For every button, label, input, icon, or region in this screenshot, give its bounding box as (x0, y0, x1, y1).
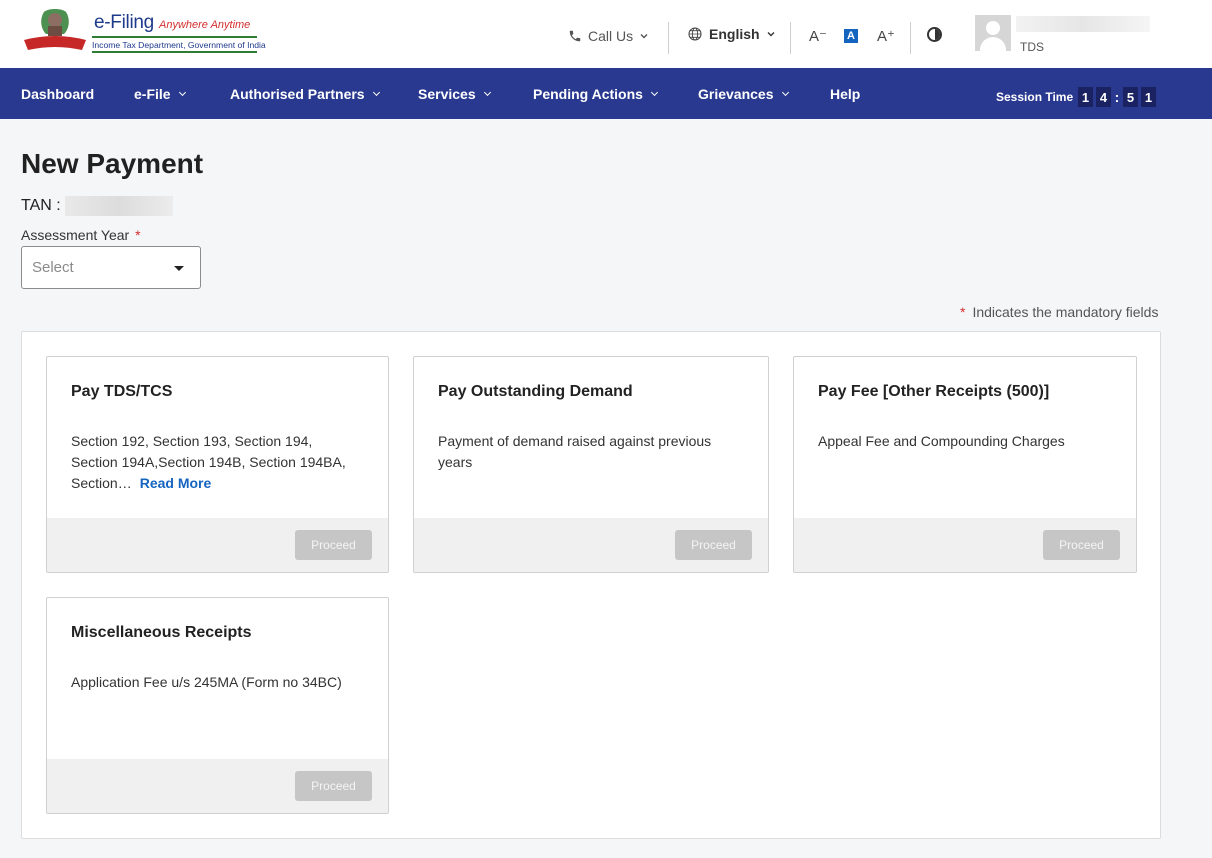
nav-services[interactable]: Services (418, 86, 491, 102)
contrast-toggle-icon[interactable] (927, 27, 942, 42)
timer-digit: 5 (1123, 87, 1138, 107)
nav-pending-actions[interactable]: Pending Actions (533, 86, 658, 102)
card-title: Pay Fee [Other Receipts (500)] (818, 383, 1050, 400)
call-us-dropdown[interactable]: Call Us (568, 28, 649, 44)
chevron-down-icon (650, 88, 658, 97)
nav-authorised-partners-label: Authorised Partners (230, 86, 365, 102)
assessment-year-select[interactable]: Select (21, 246, 201, 289)
brand-department: Income Tax Department, Government of Ind… (92, 40, 266, 50)
payment-options-panel: Pay TDS/TCS Section 192, Section 193, Se… (21, 331, 1161, 839)
mandatory-note-text: Indicates the mandatory fields (972, 304, 1159, 320)
nav-services-label: Services (418, 86, 476, 102)
font-increase-button[interactable]: A⁺ (876, 26, 896, 46)
caret-down-icon (174, 266, 184, 271)
required-marker: * (135, 227, 141, 243)
font-default-button[interactable]: A (844, 29, 858, 43)
nav-dashboard[interactable]: Dashboard (21, 86, 94, 102)
proceed-button[interactable]: Proceed (675, 530, 752, 560)
card-footer: Proceed (47, 518, 388, 572)
main-navigation: Dashboard e-File Authorised Partners Ser… (0, 68, 1212, 119)
top-header: e-Filing Anywhere Anytime Income Tax Dep… (0, 0, 1212, 68)
session-timer: 1 4 : 5 1 (1078, 87, 1156, 107)
session-time-label: Session Time (996, 90, 1074, 104)
nav-grievances-label: Grievances (698, 86, 774, 102)
globe-icon (688, 27, 702, 41)
mandatory-note: * Indicates the mandatory fields (960, 304, 1158, 320)
user-name-redacted (1016, 16, 1150, 32)
chevron-down-icon (640, 34, 648, 39)
timer-digit: 1 (1141, 87, 1156, 107)
brand-divider-bottom (92, 51, 257, 53)
language-dropdown[interactable]: English (687, 26, 776, 42)
avatar[interactable] (975, 15, 1011, 51)
chevron-down-icon (372, 88, 380, 97)
nav-dashboard-label: Dashboard (21, 86, 95, 102)
nav-help[interactable]: Help (830, 86, 860, 102)
nav-efile-label: e-File (134, 86, 171, 102)
nav-pending-actions-label: Pending Actions (533, 86, 643, 102)
card-title: Pay TDS/TCS (71, 383, 173, 400)
timer-digit: 4 (1096, 87, 1111, 107)
tan-row: TAN : (21, 196, 173, 216)
proceed-button[interactable]: Proceed (295, 530, 372, 560)
call-us-label: Call Us (588, 28, 634, 44)
header-divider (790, 22, 791, 54)
nav-efile[interactable]: e-File (134, 86, 186, 102)
user-role: TDS (1020, 40, 1044, 54)
assessment-year-label: Assessment Year * (21, 227, 141, 243)
read-more-link[interactable]: Read More (140, 475, 212, 491)
chevron-down-icon (767, 32, 775, 37)
card-description: Payment of demand raised against previou… (438, 433, 712, 470)
card-footer: Proceed (47, 759, 388, 813)
avatar-head (986, 21, 1000, 35)
card-title: Miscellaneous Receipts (71, 624, 252, 641)
tan-value-redacted (64, 196, 173, 216)
language-label: English (709, 26, 760, 42)
proceed-button[interactable]: Proceed (295, 771, 372, 801)
card-pay-tds-tcs: Pay TDS/TCS Section 192, Section 193, Se… (46, 356, 389, 573)
chevron-down-icon (781, 88, 789, 97)
chevron-down-icon (178, 88, 186, 97)
phone-icon (569, 30, 581, 42)
national-emblem-icon (24, 9, 86, 50)
card-footer: Proceed (414, 518, 768, 572)
avatar-body (980, 37, 1006, 51)
chevron-down-icon (483, 88, 491, 97)
font-decrease-button[interactable]: A⁻ (808, 26, 828, 46)
proceed-button[interactable]: Proceed (1043, 530, 1120, 560)
card-pay-fee-other-receipts: Pay Fee [Other Receipts (500)] Appeal Fe… (793, 356, 1137, 573)
card-footer: Proceed (794, 518, 1136, 572)
card-pay-outstanding-demand: Pay Outstanding Demand Payment of demand… (413, 356, 769, 573)
timer-digit: 1 (1078, 87, 1093, 107)
card-description: Section 192, Section 193, Section 194, S… (71, 431, 361, 494)
card-description: Application Fee u/s 245MA (Form no 34BC) (71, 674, 342, 690)
assessment-year-label-text: Assessment Year (21, 227, 130, 243)
nav-grievances[interactable]: Grievances (698, 86, 789, 102)
card-description: Appeal Fee and Compounding Charges (818, 433, 1065, 449)
timer-separator: : (1114, 89, 1120, 105)
efiling-logo[interactable]: e-Filing Anywhere Anytime Income Tax Dep… (22, 6, 266, 56)
page-title: New Payment (21, 148, 204, 179)
brand-tagline: Anywhere Anytime (159, 19, 251, 31)
brand-name: e-Filing (94, 12, 154, 33)
card-title: Pay Outstanding Demand (438, 383, 633, 400)
nav-help-label: Help (830, 86, 861, 102)
required-marker: * (960, 304, 966, 320)
nav-authorised-partners[interactable]: Authorised Partners (230, 86, 380, 102)
tan-label: TAN : (21, 197, 61, 214)
assessment-year-placeholder: Select (32, 259, 74, 276)
brand-divider (92, 36, 257, 38)
card-miscellaneous-receipts: Miscellaneous Receipts Application Fee u… (46, 597, 389, 814)
header-divider (910, 22, 911, 54)
header-divider (668, 22, 669, 54)
